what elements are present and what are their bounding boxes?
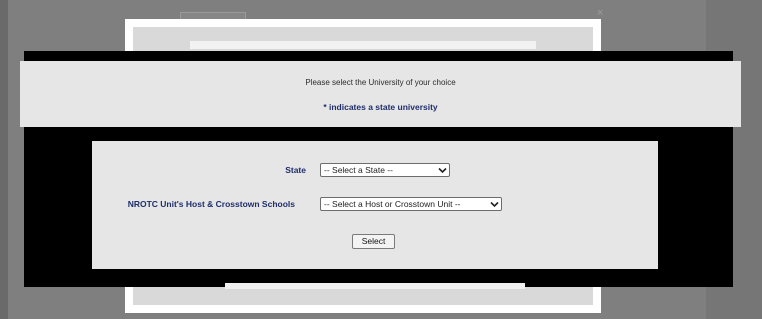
state-university-note: * indicates a state university: [323, 102, 438, 112]
info-panel: Please select the University of your cho…: [20, 61, 741, 127]
state-select[interactable]: -- Select a State --: [320, 163, 450, 177]
selection-form: State -- Select a State -- NROTC Unit's …: [92, 141, 658, 269]
backdrop-left-edge: [0, 0, 8, 319]
selection-prompt: Please select the University of your cho…: [305, 78, 456, 87]
close-icon[interactable]: ×: [597, 8, 607, 19]
select-button[interactable]: Select: [352, 234, 395, 249]
chevron-down-icon: [490, 201, 499, 208]
unit-label: NROTC Unit's Host & Crosstown Schools: [127, 199, 295, 209]
chevron-down-icon: [438, 167, 447, 174]
modal-footer-strip: [225, 283, 525, 289]
modal-header-strip: [190, 41, 536, 49]
state-label: State: [285, 165, 306, 175]
unit-select[interactable]: -- Select a Host or Crosstown Unit --: [320, 197, 502, 211]
unit-select-value: -- Select a Host or Crosstown Unit --: [324, 199, 461, 209]
state-select-value: -- Select a State --: [324, 165, 393, 175]
